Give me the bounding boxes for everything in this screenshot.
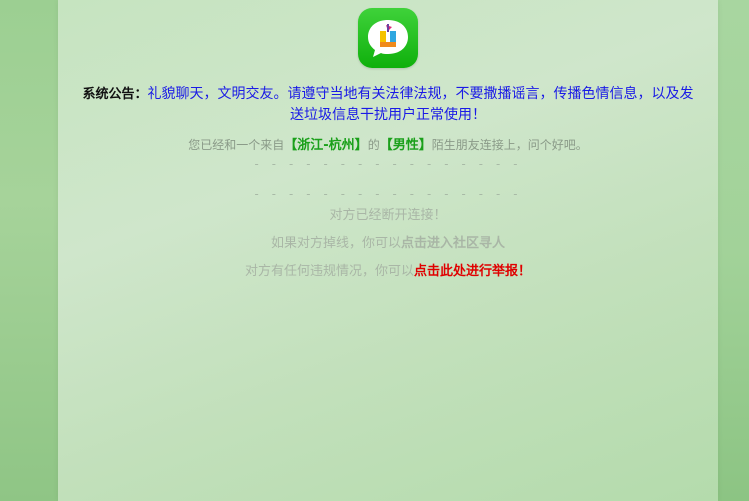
chat-bubble-app-icon: [358, 8, 418, 68]
system-notice: 系统公告：礼貌聊天，文明交友。请遵守当地有关法律法规，不要撒播谣言，传播色情信息…: [78, 84, 698, 125]
status-middle: 的: [367, 138, 380, 152]
chat-panel: 系统公告：礼貌聊天，文明交友。请遵守当地有关法律法规，不要撒播谣言，传播色情信息…: [58, 0, 718, 501]
left-background-strip: [0, 0, 58, 501]
divider-bottom: - - - - - - - - - - - - - - - - - - - - …: [253, 187, 523, 199]
status-suffix: 陌生朋友连接上，问个好吧。: [431, 138, 588, 152]
right-background-strip: [718, 0, 749, 501]
notice-label: 系统公告：: [82, 87, 148, 102]
connection-status: 您已经和一个来自【浙江-杭州】的【男性】陌生朋友连接上，问个好吧。: [58, 134, 718, 153]
community-search-link[interactable]: 点击进入社区寻人: [401, 236, 505, 251]
disconnected-message: 对方已经断开连接！: [329, 208, 447, 223]
dropped-message: 如果对方掉线，你可以点击进入社区寻人: [58, 232, 718, 251]
status-gender: 【男性】: [379, 138, 432, 153]
report-message: 对方有任何违规情况，你可以点击此处进行举报！: [58, 260, 718, 279]
divider-top: - - - - - - - - - - - - - - - - - - - - …: [253, 157, 523, 169]
notice-text: 礼貌聊天，文明交友。请遵守当地有关法律法规，不要撒播谣言，传播色情信息，以及发送…: [147, 86, 694, 123]
app-logo: [358, 8, 418, 68]
status-location: 【浙江-杭州】: [284, 138, 368, 153]
dropped-prefix: 如果对方掉线，你可以: [270, 236, 401, 251]
status-prefix: 您已经和一个来自: [188, 138, 285, 152]
report-prefix: 对方有任何违规情况，你可以: [244, 264, 414, 279]
report-link[interactable]: 点击此处进行举报！: [414, 264, 531, 279]
